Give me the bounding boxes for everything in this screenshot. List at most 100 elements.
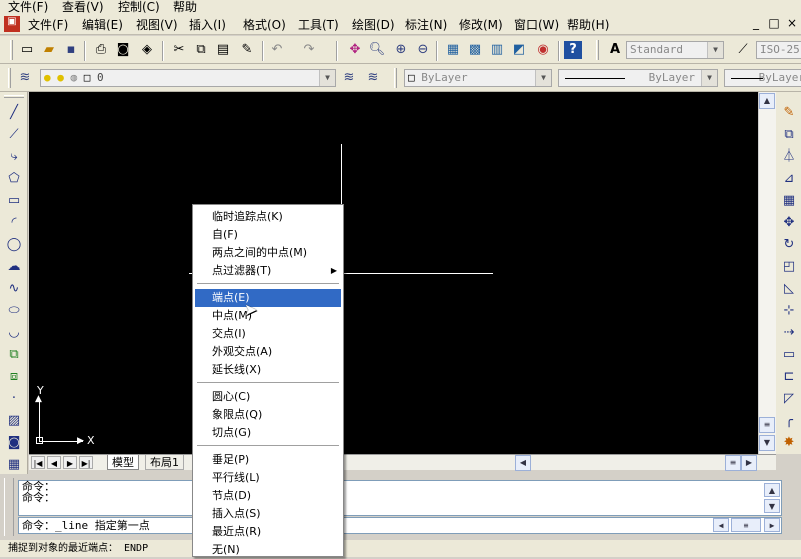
chevron-down-icon[interactable]: ▼ [707, 42, 723, 58]
cut-icon[interactable]: ✂ [170, 41, 188, 59]
print-icon[interactable]: ⎙ [92, 41, 110, 59]
scroll-down-icon[interactable]: ▼ [759, 435, 775, 451]
pan-icon[interactable]: ✥ [346, 41, 364, 59]
stretch-icon[interactable]: ◺ [780, 280, 798, 298]
zoom-window-icon[interactable]: ⊕ [392, 41, 410, 59]
scroll-left-icon[interactable]: ◀ [515, 455, 531, 471]
command-window-grip[interactable] [4, 478, 14, 536]
menu-item-temp-track-point[interactable]: 临时追踪点(K) [195, 208, 341, 226]
menu-format[interactable]: 格式(O) [243, 16, 286, 33]
close-button[interactable]: × [784, 16, 800, 30]
break-icon[interactable]: ⊏ [780, 368, 798, 386]
next-tab-icon[interactable]: ▶ [63, 456, 77, 469]
menu-window[interactable]: 窗口(W) [514, 16, 559, 33]
cmd-scroll-down-icon[interactable]: ▼ [764, 499, 780, 513]
tab-layout1[interactable]: 布局1 [145, 455, 184, 470]
copy-icon[interactable]: ⧉ [192, 41, 210, 59]
fillet-icon[interactable]: ╭ [780, 412, 798, 430]
array-icon[interactable]: ▦ [780, 192, 798, 210]
menu-help[interactable]: 帮助(H) [567, 16, 609, 33]
table-icon[interactable]: ▦ [5, 456, 23, 474]
app-icon[interactable]: ▣ [4, 16, 20, 32]
publish-icon[interactable]: ◈ [138, 41, 156, 59]
minimize-button[interactable]: _ [748, 16, 764, 30]
offset-icon[interactable]: ⊿ [780, 170, 798, 188]
save-icon[interactable]: ▪ [62, 41, 80, 59]
erase-icon[interactable]: ✎ [780, 104, 798, 122]
design-center-icon[interactable]: ▩ [466, 41, 484, 59]
prev-tab-icon[interactable]: ◀ [47, 456, 61, 469]
cmd-hscroll-thumb[interactable]: ≡ [731, 518, 761, 532]
layer-previous-icon[interactable]: ≋ [364, 69, 382, 87]
restore-button[interactable]: □ [766, 16, 782, 30]
menu-item-intersection[interactable]: 交点(I) [195, 325, 341, 343]
scroll-thumb[interactable]: ≡ [759, 417, 775, 433]
help-icon[interactable]: ? [564, 41, 582, 59]
menu-item-midpoint[interactable]: 中点(M) [195, 307, 341, 325]
line-icon[interactable]: ╱ [5, 104, 23, 122]
menu-item-mid-between-points[interactable]: 两点之间的中点(M) [195, 244, 341, 262]
linetype-select[interactable]: ByLayer ▼ [558, 69, 718, 87]
menu-item-tangent[interactable]: 切点(G) [195, 424, 341, 442]
menu-item-perpendicular[interactable]: 垂足(P) [195, 451, 341, 469]
menu-item-node[interactable]: 节点(D) [195, 487, 341, 505]
sheet-set-icon[interactable]: ◩ [510, 41, 528, 59]
first-tab-icon[interactable]: |◀ [31, 456, 45, 469]
drawing-canvas[interactable]: Y X ▲ ▶ [29, 92, 758, 454]
menu-modify[interactable]: 修改(M) [459, 16, 503, 33]
menu-item-center[interactable]: 圆心(C) [195, 388, 341, 406]
layer-manager-icon[interactable]: ≋ [16, 69, 34, 87]
ellipse-icon[interactable]: ⬭ [5, 302, 23, 320]
menu-item-from[interactable]: 自(F) [195, 226, 341, 244]
menu-item-nearest[interactable]: 最近点(R) [195, 523, 341, 541]
match-properties-icon[interactable]: ✎ [238, 41, 256, 59]
toolbar-grip[interactable] [8, 68, 11, 88]
hatch-icon[interactable]: ▨ [5, 412, 23, 430]
color-select[interactable]: □ ByLayer ▼ [404, 69, 552, 87]
make-object-layer-current-icon[interactable]: ≋ [340, 69, 358, 87]
menu-draw[interactable]: 绘图(D) [352, 16, 395, 33]
point-icon[interactable]: · [5, 390, 23, 408]
menu-item-extension[interactable]: 延长线(X) [195, 361, 341, 379]
mirror-icon[interactable]: ⏃ [780, 148, 798, 166]
dim-style-select[interactable]: ISO-25 [756, 41, 801, 59]
toolbar-grip[interactable] [10, 40, 13, 60]
circle-icon[interactable]: ◯ [5, 236, 23, 254]
chevron-down-icon[interactable]: ▼ [319, 70, 335, 86]
menu-dimension[interactable]: 标注(N) [405, 16, 447, 33]
hscroll-thumb[interactable]: ≡ [725, 455, 741, 471]
revision-cloud-icon[interactable]: ☁ [5, 258, 23, 276]
menu-item-endpoint[interactable]: 端点(E) [195, 289, 341, 307]
menu-item-point-filters[interactable]: 点过滤器(T) ▶ [195, 262, 341, 280]
properties-icon[interactable]: ▦ [444, 41, 462, 59]
paste-icon[interactable]: ▤ [214, 41, 232, 59]
layer-select[interactable]: ● ● ◍ □ 0 ▼ [40, 69, 336, 87]
scroll-right-icon[interactable]: ▶ [741, 455, 757, 471]
make-block-icon[interactable]: ⧈ [5, 368, 23, 386]
last-tab-icon[interactable]: ▶| [79, 456, 93, 469]
cmd-scroll-left-icon[interactable]: ◀ [713, 518, 729, 532]
menu-tools[interactable]: 工具(T) [298, 16, 339, 33]
vertical-scrollbar[interactable]: ▲ ≡ ▼ [758, 92, 776, 454]
trim-icon[interactable]: ⊹ [780, 302, 798, 320]
zoom-realtime-icon[interactable]: 🔍︎ [368, 41, 386, 59]
menu-item-parallel[interactable]: 平行线(L) [195, 469, 341, 487]
ellipse-arc-icon[interactable]: ◡ [5, 324, 23, 342]
scroll-up-icon[interactable]: ▲ [759, 93, 775, 109]
region-icon[interactable]: ◙ [5, 434, 23, 452]
insert-block-icon[interactable]: ⧉ [5, 346, 23, 364]
zoom-previous-icon[interactable]: ⊖ [414, 41, 432, 59]
break-at-point-icon[interactable]: ▭ [780, 346, 798, 364]
extend-icon[interactable]: ⇢ [780, 324, 798, 342]
undo-icon[interactable]: ↶ [268, 41, 286, 59]
tab-model[interactable]: 模型 [107, 455, 139, 470]
cmd-scroll-right-icon[interactable]: ▶ [764, 518, 780, 532]
cmd-scroll-up-icon[interactable]: ▲ [764, 483, 780, 497]
menu-item-insertion[interactable]: 插入点(S) [195, 505, 341, 523]
construction-line-icon[interactable]: ⟋ [5, 126, 23, 144]
toolbar-grip[interactable] [596, 40, 599, 60]
new-icon[interactable]: ▭ [18, 41, 36, 59]
lineweight-select[interactable]: ByLayer [724, 69, 801, 87]
rectangle-icon[interactable]: ▭ [5, 192, 23, 210]
redo-icon[interactable]: ↷ [300, 41, 318, 59]
